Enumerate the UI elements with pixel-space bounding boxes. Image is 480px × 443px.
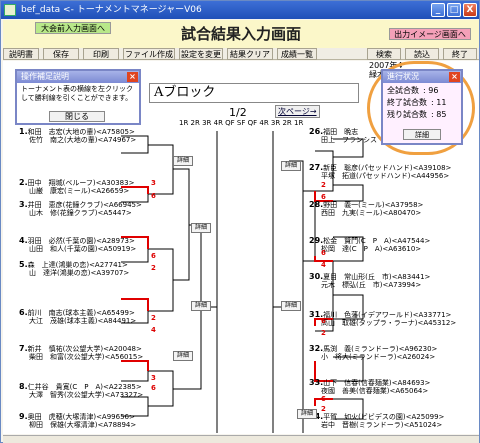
detail-button[interactable]: 詳細: [173, 351, 193, 361]
app-window: bef_data <- トーナメントマネージャーV06 _ □ X 大会前入力画…: [0, 0, 480, 443]
progress-detail-button[interactable]: 詳細: [403, 129, 441, 140]
player-32: 32.馬渕 義(ミランドーラ)<A96230> 小 将大(ミランドーラ)<A260…: [309, 344, 438, 362]
player-3: 3.井田 恵彦(花鐘クラブ)<A66945> 山木 修(花鐘クラブ)<A5447>: [19, 200, 142, 218]
detail-button[interactable]: 詳細: [281, 301, 301, 311]
progress-panel: 進行状況 × 全試合数: 96 終了試合数: 11 残り試合数: 85 詳細: [381, 69, 463, 145]
page-indicator: 1/2: [229, 106, 247, 119]
exit-button[interactable]: 終了: [443, 48, 477, 60]
help-close-button[interactable]: 閉じる: [49, 111, 105, 122]
detail-button[interactable]: 詳細: [297, 409, 317, 419]
help-panel-title: 操作補足説明 ×: [17, 71, 139, 83]
player-2: 2.田中 翔城(ベルーフ)<A30383> 山巌 康宏(ミール)<A26659>: [19, 178, 135, 196]
clear-results-button[interactable]: 結果クリア: [227, 48, 273, 60]
manual-button[interactable]: 説明書: [3, 48, 39, 60]
score: 6: [321, 193, 326, 201]
player-5: 5.森 上達(鴻巣の恋)<A27741> 山 達洋(鴻巣の恋)<A39707>: [19, 260, 130, 278]
score: 2: [151, 264, 156, 272]
score: 3: [151, 179, 156, 187]
window-title: bef_data <- トーナメントマネージャーV06: [21, 5, 202, 15]
player-6: 6.前川 南志(球本主義)<A65499> 大江 茂雄(球本主義)<A84491>: [19, 308, 137, 326]
score: 3: [151, 374, 156, 382]
close-icon[interactable]: ×: [127, 72, 138, 82]
output-screen-button[interactable]: 出力イメージ画面へ: [389, 28, 471, 40]
prev-screen-button[interactable]: 大会前入力画面へ: [35, 22, 111, 34]
close-icon[interactable]: ×: [449, 72, 460, 82]
player-28: 28.野田 義一(ミール)<A37958> 西田 九実(ミール)<A80470>: [309, 200, 424, 218]
load-button[interactable]: 読込: [405, 48, 439, 60]
toolbar: 説明書 保存 印刷 ファイル作成 設定を変更 結果クリア 成績一覧 検索 読込 …: [3, 48, 479, 60]
change-settings-button[interactable]: 設定を変更: [179, 48, 223, 60]
score: 6: [321, 395, 326, 403]
score: 6: [151, 384, 156, 392]
detail-button[interactable]: 詳細: [191, 301, 211, 311]
player-30: 30.夏目 常山形(丘 市)<A83441> 元木 標弘(丘 市)<A73994>: [309, 272, 431, 290]
maximize-icon[interactable]: □: [447, 3, 461, 17]
player-9: 9.奥田 虎穂(大塚清津)<A99656> 柳田 保雄(大塚清津)<A78894>: [19, 412, 137, 430]
page-title: 試合結果入力画面: [180, 25, 301, 43]
search-button[interactable]: 検索: [367, 48, 401, 60]
score: 2: [321, 405, 326, 413]
player-31: 31.福川 色藩(イデアワールド)<A33771> 高山 取雄(タップラ・ラーナ)…: [309, 310, 457, 328]
progress-panel-title: 進行状況 ×: [383, 71, 461, 83]
results-list-button[interactable]: 成績一覧: [277, 48, 317, 60]
detail-button[interactable]: 詳細: [191, 223, 211, 233]
detail-button[interactable]: 詳細: [173, 156, 193, 166]
title-bar: bef_data <- トーナメントマネージャーV06 _ □ X: [1, 1, 479, 19]
block-name-field[interactable]: Aブロック: [149, 83, 359, 103]
next-page-link[interactable]: 次ページ→: [275, 105, 320, 118]
make-file-button[interactable]: ファイル作成: [123, 48, 175, 60]
close-icon[interactable]: X: [463, 3, 477, 17]
help-panel: 操作補足説明 × トーナメント表の横線を左クリックして勝利線を引くことができます。…: [15, 69, 141, 125]
player-27: 27.新臣 聡彦(パセッドハンド)<A39108> 平塚 拓道(パセッドハンド)<…: [309, 163, 452, 181]
score: 2: [321, 181, 326, 189]
score: 6: [151, 252, 156, 260]
score: 4: [321, 261, 326, 269]
round-labels: 1R 2R 3R 4R QF SF QF 4R 3R 2R 1R: [179, 119, 304, 127]
print-button[interactable]: 印刷: [83, 48, 119, 60]
help-text: トーナメント表の横線を左クリックして勝利線を引くことができます。: [21, 85, 133, 102]
score: 6: [151, 192, 156, 200]
player-8: 8.仁井谷 貴寛(C P A)<A22385> 大澤 智秀(次公望大学)<A733…: [19, 382, 144, 400]
player-7: 7.新井 慎祐(次公望大学)<A20048> 柴田 和富(次公望大学)<A5601…: [19, 344, 144, 362]
progress-stats: 全試合数: 96 終了試合数: 11 残り試合数: 85: [387, 86, 447, 119]
status-bar: [3, 435, 479, 443]
score: 2: [321, 329, 326, 337]
player-1: 1.和田 志宏(大地の輩)<A75805> 佐竹 南之(大地の輩)<A74967>: [19, 127, 137, 145]
minimize-icon[interactable]: _: [431, 3, 445, 17]
player-4: 4.羽田 必然(千葉の園)<A28973> 山田 和人(千葉の園)<A50919>: [19, 236, 137, 254]
save-button[interactable]: 保存: [43, 48, 79, 60]
score: 2: [151, 314, 156, 322]
detail-button[interactable]: 詳細: [281, 161, 301, 171]
score: 6: [321, 249, 326, 257]
player-33: 33.山下 信春(信春麺業)<A84693> 夜國 善美(信春麺業)<A65064…: [309, 378, 431, 396]
score: 6: [321, 317, 326, 325]
score: 4: [151, 326, 156, 334]
player-26: 26.福田 晩志 田上 フランシス: [309, 127, 377, 145]
app-icon: [4, 4, 16, 16]
player-34: 34.平賀 如火(ビビデスの園)<A25099>岩中 晋樹(ミランドーラ)<A5…: [309, 413, 445, 430]
player-29: 29.松金 賢門(C P A)<A47544> 松岡 達(C P A)<A6361…: [309, 236, 431, 254]
